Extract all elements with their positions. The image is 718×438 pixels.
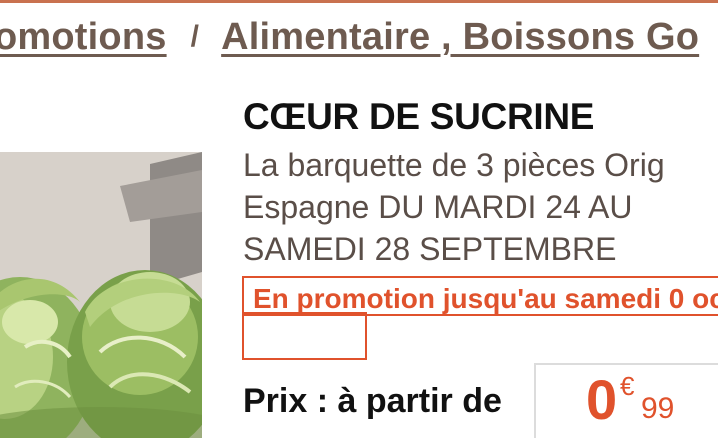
price-cents: 99 — [641, 392, 675, 425]
promotion-badge: En promotion jusqu'au samedi 0 octobre — [253, 283, 718, 314]
description-line: SAMEDI 28 SEPTEMBRE — [243, 231, 617, 267]
product-description: La barquette de 3 pièces Orig Espagne DU… — [243, 144, 718, 270]
lettuce-photo-icon — [0, 152, 202, 438]
header-divider — [0, 0, 718, 3]
breadcrumb: omotions / Alimentaire , Boissons Go — [0, 16, 699, 59]
product-title: CŒUR DE SUCRINE — [243, 96, 595, 137]
description-line: La barquette de 3 pièces Orig — [243, 147, 665, 183]
breadcrumb-item-category[interactable]: Alimentaire , Boissons Go — [221, 16, 699, 58]
breadcrumb-item-promotions[interactable]: omotions — [0, 16, 167, 58]
price-label: Prix : à partir de — [243, 382, 502, 420]
price-euros: 0 — [586, 368, 618, 431]
product-image[interactable] — [0, 152, 202, 438]
price-currency: € — [620, 371, 635, 401]
product-page: omotions / Alimentaire , Boissons Go CŒUR … — [0, 0, 718, 438]
breadcrumb-separator: / — [190, 20, 200, 53]
promotion-border-bottom — [242, 312, 367, 360]
description-line: Espagne DU MARDI 24 AU — [243, 189, 633, 225]
